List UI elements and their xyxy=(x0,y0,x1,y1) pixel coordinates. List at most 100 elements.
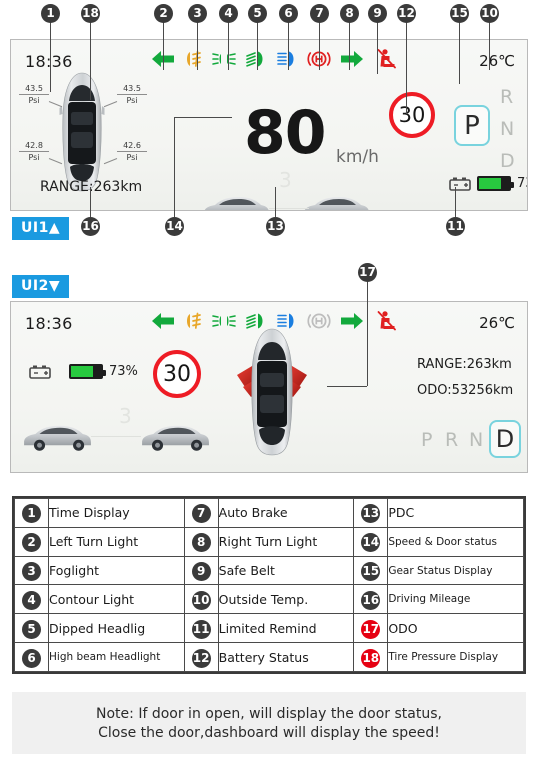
legend-dot-7: 7 xyxy=(191,504,211,524)
ui2-gear-option-n: N xyxy=(469,429,484,451)
ui2-ghost-gear: 3 xyxy=(119,404,132,428)
ui1-time-display: 18:36 xyxy=(25,52,73,71)
callout-pin-16: 16 xyxy=(81,217,100,236)
legend-number-13: 13 xyxy=(353,498,389,528)
callout-pin-15: 15 xyxy=(450,4,469,23)
ui1-gear-option-r: R xyxy=(500,86,514,108)
foglight-icon xyxy=(187,50,201,67)
ui1-ghost-gear: 3 xyxy=(279,168,292,192)
ui1-indicator-row xyxy=(150,48,398,70)
high-beam-headlight-icon xyxy=(277,51,294,67)
callout-leader-16 xyxy=(90,187,91,217)
ui1-battery-percent: 73% xyxy=(517,176,527,191)
callout-pin-9: 9 xyxy=(368,4,387,23)
legend-dot-4: 4 xyxy=(22,590,41,610)
pdc-car-left xyxy=(204,197,269,210)
note-line-2: Close the door,dashboard will display th… xyxy=(98,724,440,741)
legend-number-5: 5 xyxy=(14,613,49,644)
legend-number-1: 1 xyxy=(14,498,49,528)
legend-number-11: 11 xyxy=(183,613,219,644)
legend-number-4: 4 xyxy=(14,584,49,615)
ui1-battery-status: 73% xyxy=(449,176,527,191)
callout-leader-3 xyxy=(197,22,198,70)
ui1-badge[interactable]: UI1▲ xyxy=(12,217,70,240)
callout-leader-8 xyxy=(349,22,350,70)
legend-row: 1 Time Display 7 Auto Brake 13 PDC xyxy=(14,498,524,528)
ui1-outside-temp: 26℃ xyxy=(479,52,515,70)
legend-row: 6 High beam Headlight 12 Battery Status 18 Ti… xyxy=(14,642,524,672)
note-box: Note: If door in open, will display the … xyxy=(12,692,526,754)
callout-leader-4 xyxy=(228,22,229,70)
legend-dot-1: 1 xyxy=(22,504,41,524)
legend-label-17: ODO xyxy=(387,613,524,644)
callout-leader-13 xyxy=(275,187,276,217)
callout-leader-18 xyxy=(90,22,91,100)
callout-pin-5: 5 xyxy=(248,4,267,23)
safe-belt-icon xyxy=(377,311,396,331)
door-status-car-topview xyxy=(237,328,307,456)
psi-leader-fr xyxy=(103,101,118,108)
pdc-car-left xyxy=(24,425,91,451)
legend-row: 2 Left Turn Light 8 Right Turn Light 14 Speed… xyxy=(14,526,524,557)
ui1-gear-option-d: D xyxy=(500,150,515,172)
callout-leader-10 xyxy=(489,22,490,70)
callout-pin-3: 3 xyxy=(188,4,207,23)
legend-number-2: 2 xyxy=(14,526,49,557)
tire-pressure-rear-right: 42.6 Psi xyxy=(117,141,147,162)
tire-pressure-front-right: 43.5 Psi xyxy=(117,84,147,105)
ui1-speed-limit-sign: 30 xyxy=(389,92,435,138)
legend-label-11: Limited Remind xyxy=(217,613,355,644)
ui2-badge[interactable]: UI2▼ xyxy=(12,275,70,298)
callout-pin-13: 13 xyxy=(266,217,285,236)
legend-label-2: Left Turn Light xyxy=(48,526,185,557)
legend-dot-12: 12 xyxy=(191,648,211,668)
ui2-battery-percent: 73% xyxy=(109,364,138,379)
ui2-dashboard-panel: 18:36 26℃ 73% 30 3 RANGE:263km ODO:53256… xyxy=(10,301,528,473)
callout-pin-12: 12 xyxy=(397,4,416,23)
page-root: 1 18 2 3 4 5 6 7 8 9 12 15 10 16 14 13 11 17 18:36 26℃ xyxy=(0,0,538,766)
tire-pressure-rear-left: 42.8 Psi xyxy=(19,141,49,162)
callout-pin-17: 17 xyxy=(358,263,377,282)
callout-leader-15 xyxy=(459,22,460,84)
callout-leader-7 xyxy=(319,22,320,70)
ui2-speed-limit-sign: 30 xyxy=(153,350,201,398)
legend-table: 1 Time Display 7 Auto Brake 13 PDC 2 Left Turn … xyxy=(12,496,526,674)
legend-dot-5: 5 xyxy=(22,619,41,639)
legend-label-16: Driving Mileage xyxy=(387,584,524,615)
legend-grid: 1 Time Display 7 Auto Brake 13 PDC 2 Left Turn … xyxy=(14,498,524,672)
legend-label-9: Safe Belt xyxy=(217,555,355,586)
legend-label-12: Battery Status xyxy=(217,642,355,672)
callout-pin-8: 8 xyxy=(340,4,359,23)
legend-label-10: Outside Temp. xyxy=(217,584,355,615)
legend-number-7: 7 xyxy=(183,498,219,528)
legend-label-6: High beam Headlight xyxy=(48,642,185,672)
ui2-gear-option-p: P xyxy=(421,429,433,451)
legend-label-18: Tire Pressure Display xyxy=(387,642,524,672)
left-turn-arrow-icon xyxy=(152,313,174,329)
callout-pin-10: 10 xyxy=(480,4,499,23)
battery-gauge-icon xyxy=(69,364,106,379)
callout-leader-9 xyxy=(377,22,378,74)
legend-dot-9: 9 xyxy=(191,562,211,582)
callout-leader-5 xyxy=(257,22,258,70)
legend-label-5: Dipped Headlig xyxy=(48,613,185,644)
dipped-headlight-icon xyxy=(246,51,263,67)
legend-label-1: Time Display xyxy=(48,498,185,528)
legend-label-13: PDC xyxy=(387,498,524,528)
legend-number-6: 6 xyxy=(14,642,49,672)
callout-leader-17 xyxy=(367,281,368,386)
ui2-time-display: 18:36 xyxy=(25,314,73,333)
legend-number-12: 12 xyxy=(183,642,219,672)
ui1-speed-limit-value: 30 xyxy=(398,103,426,127)
legend-dot-10: 10 xyxy=(191,590,211,610)
ui1-gear-option-n: N xyxy=(500,118,515,140)
legend-dot-17: 17 xyxy=(361,619,381,639)
legend-dot-2: 2 xyxy=(22,533,41,553)
car-battery-icon xyxy=(29,365,51,379)
ui1-speed-value: 80 xyxy=(244,98,326,168)
callout-pin-11: 11 xyxy=(446,217,465,236)
callout-leader-17-h xyxy=(327,386,367,387)
legend-dot-6: 6 xyxy=(22,648,41,668)
pdc-gap-line xyxy=(91,436,141,437)
ui1-dashboard-panel: 18:36 26℃ 43.5 Psi 43.5 Psi 42.8 Psi 42.… xyxy=(10,39,528,211)
